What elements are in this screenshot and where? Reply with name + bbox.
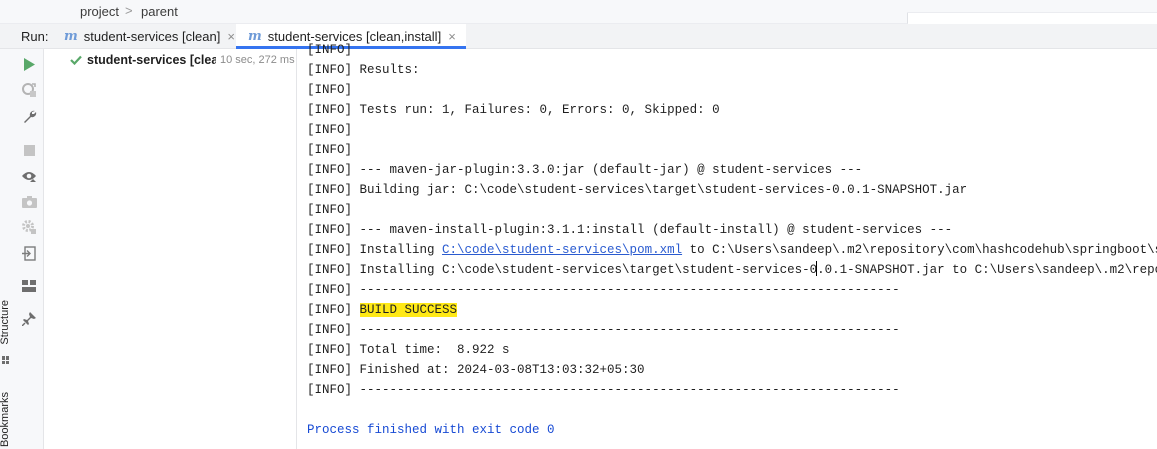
- run-toolbar: Structure Bookmarks: [0, 49, 44, 449]
- console-line: [INFO]: [307, 123, 360, 137]
- tree-item-label: student-services [clean,: [87, 53, 216, 67]
- rerun-failed-icon[interactable]: [20, 81, 38, 99]
- console-line: [INFO] --- maven-install-plugin:3.1.1:in…: [307, 223, 953, 237]
- console-line: [INFO] Results:: [307, 63, 420, 77]
- wrench-icon[interactable]: [20, 107, 38, 125]
- console-output[interactable]: [INFO] [INFO] Results: [INFO] [INFO] Tes…: [297, 40, 1157, 449]
- pom-file-link[interactable]: C:\code\student-services\pom.xml: [442, 243, 682, 257]
- stop-icon[interactable]: [20, 141, 38, 159]
- console-line: [INFO] ---------------------------------…: [307, 323, 900, 337]
- console-line: [INFO] Total time: 8.922 s: [307, 343, 510, 357]
- process-finished-line: Process finished with exit code 0: [307, 423, 555, 437]
- exit-icon[interactable]: [20, 244, 38, 262]
- maven-icon: m: [64, 28, 78, 44]
- console-line: [INFO]: [307, 143, 360, 157]
- console-line: [INFO] ---------------------------------…: [307, 383, 900, 397]
- tab-student-services-clean[interactable]: m student-services [clean] ×: [64, 24, 235, 48]
- console-line: [INFO]: [307, 203, 360, 217]
- breadcrumb-separator: >: [125, 3, 133, 18]
- build-success-highlight: BUILD SUCCESS: [359, 303, 458, 317]
- console-line: [INFO] --- maven-jar-plugin:3.3.0:jar (d…: [307, 163, 863, 177]
- console-line: [INFO]: [307, 83, 360, 97]
- tree-item-duration: 10 sec, 272 ms: [220, 54, 295, 66]
- run-icon[interactable]: [20, 55, 38, 73]
- structure-tool-window-label[interactable]: Structure: [0, 300, 11, 345]
- console-line: [INFO] BUILD SUCCESS: [307, 303, 458, 317]
- close-icon[interactable]: ×: [227, 29, 235, 44]
- console-line: [INFO] Finished at: 2024-03-08T13:03:32+…: [307, 363, 645, 377]
- camera-icon[interactable]: [20, 192, 38, 210]
- bookmarks-tool-window-label[interactable]: Bookmarks: [0, 392, 11, 447]
- breadcrumb-item-project[interactable]: project: [80, 4, 119, 19]
- console-line: [INFO] Installing C:\code\student-servic…: [307, 261, 1157, 277]
- console-line: [INFO] Building jar: C:\code\student-ser…: [307, 183, 968, 197]
- console-line: [INFO]: [307, 43, 360, 57]
- tab-label: student-services [clean]: [83, 28, 221, 44]
- console-line: [INFO] ---------------------------------…: [307, 283, 900, 297]
- breadcrumb-item-parent[interactable]: parent: [141, 4, 178, 19]
- run-label: Run:: [21, 29, 49, 44]
- settings-icon[interactable]: [20, 218, 38, 236]
- success-check-icon: [70, 55, 84, 65]
- maven-icon: m: [248, 28, 262, 44]
- tree-item-build[interactable]: student-services [clean, 10 sec, 272 ms: [70, 53, 295, 67]
- breadcrumb: project > parent: [0, 0, 908, 24]
- layout-icon[interactable]: [20, 277, 38, 295]
- run-tree-pane: student-services [clean, 10 sec, 272 ms: [44, 49, 297, 449]
- console-line: [INFO] Tests run: 1, Failures: 0, Errors…: [307, 103, 720, 117]
- pin-icon[interactable]: [20, 310, 38, 328]
- eye-icon[interactable]: [20, 167, 38, 185]
- editor-tab-strip: [907, 0, 1157, 13]
- console-line: [INFO] Installing C:\code\student-servic…: [307, 243, 1157, 257]
- structure-icon: [2, 356, 10, 364]
